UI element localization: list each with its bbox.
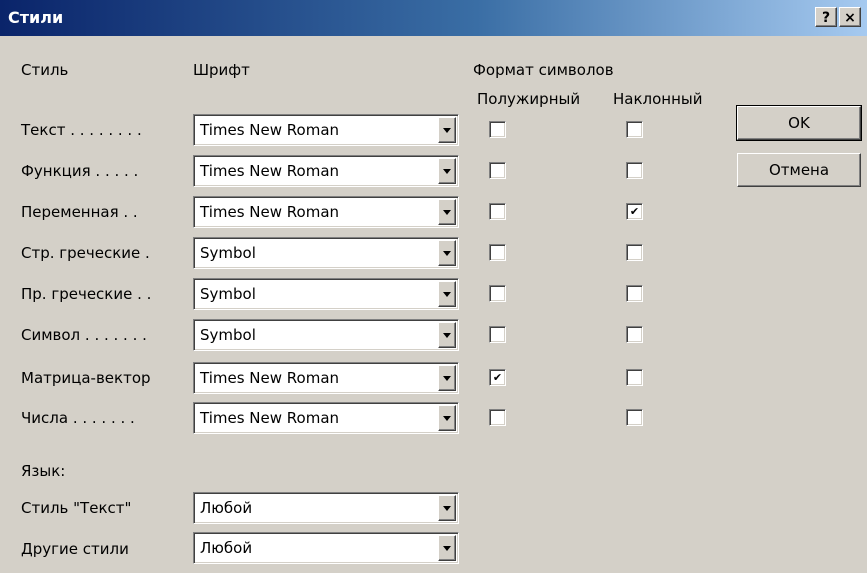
style-row-label: Символ . . . . . . . [21, 326, 147, 344]
style-row-label: Текст . . . . . . . . [21, 121, 142, 139]
close-button[interactable]: × [839, 7, 861, 27]
italic-checkbox[interactable] [626, 326, 643, 343]
style-row-label: Матрица-вектор [21, 369, 151, 387]
bold-checkbox[interactable] [489, 326, 506, 343]
language-heading: Язык: [21, 462, 66, 480]
text-style-language-select[interactable]: Любой [193, 492, 459, 524]
text-style-language-label: Стиль "Текст" [21, 499, 132, 517]
style-row-label: Функция . . . . . [21, 162, 139, 180]
chevron-down-icon[interactable] [438, 281, 456, 307]
font-select[interactable]: Times New Roman [193, 362, 459, 394]
style-row-label: Числа . . . . . . . [21, 409, 135, 427]
bold-checkbox[interactable] [489, 244, 506, 261]
chevron-down-icon[interactable] [438, 158, 456, 184]
other-styles-language-value: Любой [200, 539, 253, 557]
chevron-down-icon[interactable] [438, 535, 456, 561]
bold-checkbox[interactable] [489, 162, 506, 179]
chevron-down-icon[interactable] [438, 117, 456, 143]
font-select[interactable]: Times New Roman [193, 196, 459, 228]
font-select[interactable]: Symbol [193, 237, 459, 269]
chevron-down-icon[interactable] [438, 405, 456, 431]
bold-checkbox[interactable] [489, 121, 506, 138]
style-row-label: Переменная . . [21, 203, 138, 221]
font-select[interactable]: Times New Roman [193, 155, 459, 187]
italic-checkbox[interactable] [626, 121, 643, 138]
chevron-down-icon[interactable] [438, 240, 456, 266]
italic-checkbox[interactable] [626, 203, 643, 220]
chevron-down-icon[interactable] [438, 495, 456, 521]
font-select-value: Times New Roman [200, 369, 340, 387]
italic-checkbox[interactable] [626, 162, 643, 179]
text-style-language-value: Любой [200, 499, 253, 517]
bold-checkbox[interactable] [489, 369, 506, 386]
font-select-value: Symbol [200, 326, 256, 344]
chevron-down-icon[interactable] [438, 199, 456, 225]
italic-checkbox[interactable] [626, 285, 643, 302]
font-select-value: Times New Roman [200, 409, 340, 427]
style-column-header: Стиль [21, 61, 69, 79]
font-select-value: Times New Roman [200, 162, 340, 180]
other-styles-language-select[interactable]: Любой [193, 532, 459, 564]
ok-button[interactable]: OK [736, 105, 862, 141]
font-select-value: Times New Roman [200, 203, 340, 221]
font-select-value: Times New Roman [200, 121, 340, 139]
bold-column-header: Полужирный [477, 90, 581, 108]
italic-checkbox[interactable] [626, 409, 643, 426]
italic-checkbox[interactable] [626, 369, 643, 386]
chevron-down-icon[interactable] [438, 365, 456, 391]
font-column-header: Шрифт [193, 61, 250, 79]
bold-checkbox[interactable] [489, 285, 506, 302]
format-group-header: Формат символов [473, 61, 614, 79]
window-title: Стили [8, 8, 64, 27]
font-select[interactable]: Symbol [193, 278, 459, 310]
other-styles-language-label: Другие стили [21, 540, 129, 558]
title-bar: Стили ? × [0, 0, 867, 36]
style-row-label: Стр. греческие . [21, 244, 150, 262]
font-select-value: Symbol [200, 285, 256, 303]
help-button[interactable]: ? [815, 7, 837, 27]
bold-checkbox[interactable] [489, 203, 506, 220]
chevron-down-icon[interactable] [438, 322, 456, 348]
font-select[interactable]: Symbol [193, 319, 459, 351]
font-select-value: Symbol [200, 244, 256, 262]
bold-checkbox[interactable] [489, 409, 506, 426]
italic-column-header: Наклонный [613, 90, 703, 108]
cancel-button[interactable]: Отмена [737, 153, 861, 187]
font-select[interactable]: Times New Roman [193, 114, 459, 146]
style-row-label: Пр. греческие . . [21, 285, 152, 303]
font-select[interactable]: Times New Roman [193, 402, 459, 434]
italic-checkbox[interactable] [626, 244, 643, 261]
